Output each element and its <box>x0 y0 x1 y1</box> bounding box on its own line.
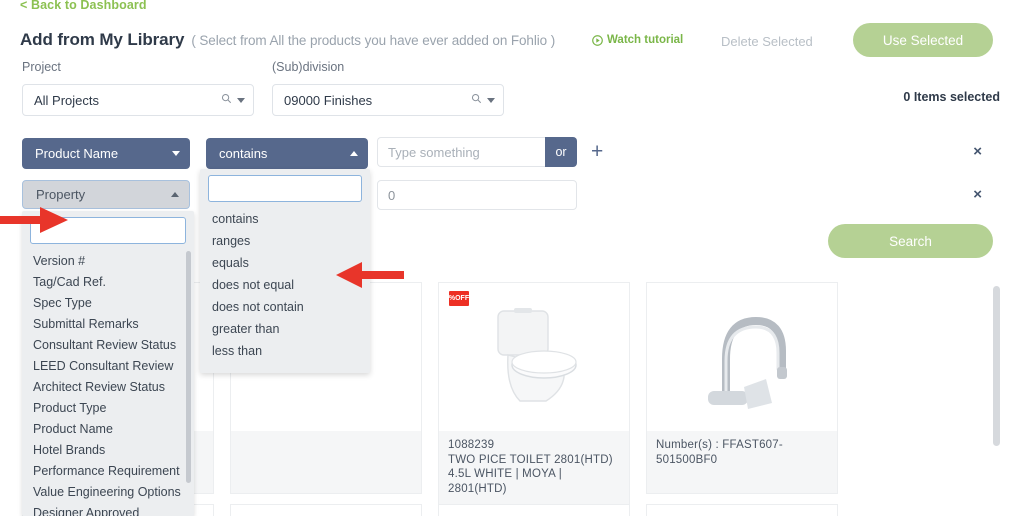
search-button[interactable]: Search <box>828 224 993 258</box>
chevron-up-icon <box>171 192 179 197</box>
property-option[interactable]: Designer Approved <box>22 502 194 516</box>
annotation-arrow-right-icon <box>0 203 70 242</box>
project-select[interactable]: All Projects <box>22 84 254 116</box>
filter-operator-value: contains <box>219 146 268 161</box>
filter-operator-select[interactable]: contains <box>206 138 368 169</box>
items-selected-count: 0 Items selected <box>903 90 1000 104</box>
project-label: Project <box>22 60 61 74</box>
delete-selected-button[interactable]: Delete Selected <box>721 34 813 49</box>
filter-field-select[interactable]: Product Name <box>22 138 190 169</box>
property-option[interactable]: Value Engineering Options <box>22 481 194 502</box>
operator-option[interactable]: greater than <box>200 318 370 340</box>
page-title-text: Add from My Library <box>20 30 185 49</box>
property-option[interactable]: Performance Requirement <box>22 460 194 481</box>
product-meta <box>231 431 421 493</box>
property-dropdown-list: Version # Tag/Cad Ref. Spec Type Submitt… <box>22 248 194 516</box>
chevron-down-icon <box>237 97 245 103</box>
chevron-up-icon <box>350 151 358 156</box>
subdivision-select[interactable]: 09000 Finishes <box>272 84 504 116</box>
subdivision-select-controls <box>471 93 495 107</box>
faucet-image <box>708 316 787 409</box>
operator-dropdown-search-wrap <box>200 169 370 208</box>
property-option[interactable]: LEED Consultant Review <box>22 355 194 376</box>
toilet-image <box>497 308 577 402</box>
product-photo <box>647 283 837 431</box>
search-icon <box>221 93 232 107</box>
property-option[interactable]: Tag/Cad Ref. <box>22 271 194 292</box>
property-option[interactable]: Submittal Remarks <box>22 313 194 334</box>
page-title: Add from My Library ( Select from All th… <box>20 30 555 50</box>
use-selected-button[interactable]: Use Selected <box>853 23 993 57</box>
product-meta: 1088239 TWO PICE TOILET 2801(HTD) 4.5L W… <box>439 431 629 507</box>
operator-option[interactable]: contains <box>200 208 370 230</box>
remove-filter-row-1-button[interactable]: × <box>973 144 982 159</box>
or-toggle-button[interactable]: or <box>545 137 577 167</box>
subdivision-select-value: 09000 Finishes <box>284 92 373 108</box>
filter-field-value: Product Name <box>35 146 119 161</box>
project-select-controls <box>221 93 245 107</box>
operator-dropdown-search-input[interactable] <box>208 175 362 202</box>
product-photo: %OFF <box>439 283 629 431</box>
operator-option[interactable]: ranges <box>200 230 370 252</box>
filter-value-input[interactable] <box>377 137 545 167</box>
chevron-down-icon <box>172 151 180 156</box>
subdivision-label: (Sub)division <box>272 60 345 74</box>
property-option[interactable]: Architect Review Status <box>22 376 194 397</box>
operator-option[interactable]: does not contain <box>200 296 370 318</box>
discount-badge-icon: %OFF <box>449 291 469 306</box>
operator-option[interactable]: less than <box>200 340 370 362</box>
annotation-arrow-left-icon <box>336 258 404 297</box>
remove-filter-row-2-button[interactable]: × <box>973 187 982 202</box>
watch-tutorial-link[interactable]: Watch tutorial <box>592 34 683 46</box>
property-dropdown-panel: Version # Tag/Cad Ref. Spec Type Submitt… <box>22 211 194 516</box>
product-card[interactable] <box>438 504 630 516</box>
product-photo <box>231 505 421 516</box>
property-option[interactable]: Hotel Brands <box>22 439 194 460</box>
product-photo <box>647 505 837 516</box>
library-page: < Back to Dashboard Add from My Library … <box>0 0 1024 516</box>
property-option[interactable]: Spec Type <box>22 292 194 313</box>
property-select-value: Property <box>36 187 86 202</box>
property-option[interactable]: Consultant Review Status <box>22 334 194 355</box>
add-filter-button[interactable]: + <box>585 140 609 163</box>
property-option[interactable]: Product Type <box>22 397 194 418</box>
search-icon <box>471 93 482 107</box>
chevron-down-icon <box>487 97 495 103</box>
product-meta: Number(s) : FFAST607-501500BF0 <box>647 431 837 493</box>
page-subtitle-text: ( Select from All the products you have … <box>191 33 556 48</box>
property-dropdown-scrollbar-thumb[interactable] <box>186 251 191 483</box>
watch-tutorial-label: Watch tutorial <box>607 34 684 46</box>
play-circle-icon <box>592 34 603 46</box>
property-option[interactable]: Version # <box>22 250 194 271</box>
back-to-dashboard-link[interactable]: < Back to Dashboard <box>20 0 147 12</box>
product-photo <box>439 505 629 516</box>
property-option[interactable]: Product Name <box>22 418 194 439</box>
second-filter-value-input[interactable] <box>377 180 577 210</box>
product-card[interactable]: %OFF 1088239 TWO PICE TOILET 2801(HTD) 4… <box>438 282 630 508</box>
project-select-value: All Projects <box>34 92 100 108</box>
product-card[interactable] <box>230 504 422 516</box>
page-scrollbar-thumb[interactable] <box>993 286 1000 446</box>
product-card[interactable]: Number(s) : FFAST607-501500BF0 <box>646 282 838 494</box>
product-card[interactable] <box>646 504 838 516</box>
